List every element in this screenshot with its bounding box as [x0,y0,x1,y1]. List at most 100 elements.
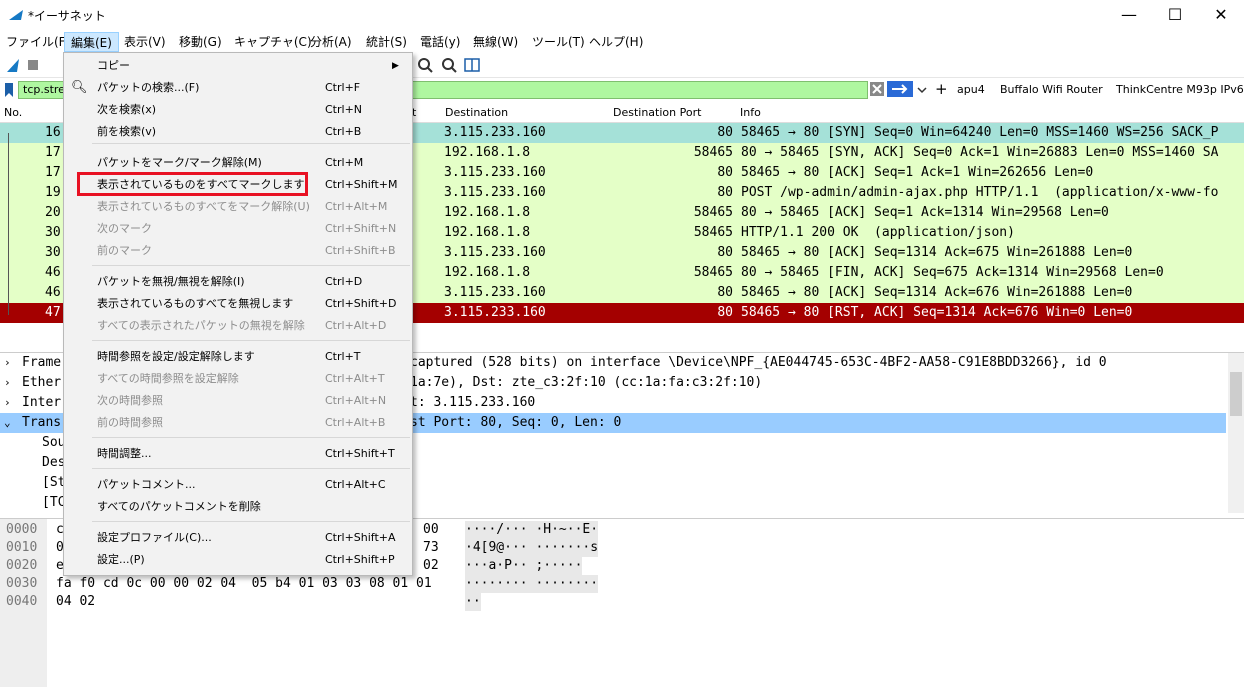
maximize-button[interactable]: ☐ [1152,0,1198,30]
menu-separator [92,521,410,522]
clear-filter-icon[interactable] [870,82,884,96]
edit-menu-item[interactable]: パケットコメント... Ctrl+Alt+C [64,474,412,496]
edit-menu-item[interactable]: すべての時間参照を設定解除 Ctrl+Alt+T [64,368,412,390]
packet-info: 58465 → 80 [RST, ACK] Seq=1314 Ack=676 W… [741,305,1133,320]
byte-hex[interactable]: 04 02 [56,593,95,611]
edit-menu-item[interactable]: 次を検索(x) Ctrl+N [64,99,412,121]
byte-ascii[interactable]: ···a·P·· ;····· [465,557,583,575]
start-capture-icon[interactable] [4,56,22,74]
packet-no: 46 [45,285,61,300]
packet-info: 80 → 58465 [FIN, ACK] Seq=675 Ack=1314 W… [741,265,1164,280]
byte-hex-tail[interactable]: 00 [423,521,439,539]
detail-left-text: Sou [42,435,66,450]
add-filter-button-icon[interactable]: + [935,80,948,98]
menu-analyze[interactable]: 分析(A) [304,32,358,52]
menu-go[interactable]: 移動(G) [173,32,228,52]
edit-menu-item[interactable]: 次のマーク Ctrl+Shift+N [64,218,412,240]
expand-right-icon[interactable]: › [4,353,11,373]
edit-menu-item[interactable]: パケットを無視/無視を解除(I) Ctrl+D [64,271,412,293]
byte-hex[interactable]: fa f0 cd 0c 00 00 02 04 05 b4 01 03 03 0… [56,575,432,593]
menu-separator [92,437,410,438]
zoom-in-icon[interactable] [416,56,434,74]
edit-menu-item-shortcut: Ctrl+Alt+D [325,319,387,332]
byte-offset: 0020 [6,558,38,573]
zoom-out-icon[interactable] [440,56,458,74]
edit-menu-item[interactable]: パケットの検索...(F) Ctrl+F 🔍︎ [64,77,412,99]
packet-destination: 3.115.233.160 [444,185,546,200]
byte-hex-tail[interactable]: 02 [423,557,439,575]
menu-statistics[interactable]: 統計(S) [360,32,413,52]
edit-menu-item-label: パケットの検索...(F) [97,81,200,94]
edit-menu-item[interactable]: パケットをマーク/マーク解除(M) Ctrl+M [64,152,412,174]
packet-destination: 3.115.233.160 [444,245,546,260]
filter-button-thinkcentre[interactable]: ThinkCentre M93p IPv6 [1116,83,1244,96]
detail-left-text: [St [42,475,66,490]
submenu-arrow-icon: ▶ [392,61,399,71]
menu-edit[interactable]: 編集(E) [64,32,119,52]
apply-filter-icon[interactable] [887,81,913,97]
packet-destination: 3.115.233.160 [444,165,546,180]
filter-history-icon[interactable] [916,84,928,96]
edit-menu-item-shortcut: Ctrl+D [325,275,363,288]
edit-menu-item-label: パケットを無視/無視を解除(I) [97,275,245,288]
edit-menu-item[interactable]: 表示されているものすべてをマーク解除(U) Ctrl+Alt+M [64,196,412,218]
edit-menu-item[interactable]: 時間参照を設定/設定解除します Ctrl+T [64,346,412,368]
packet-dest-port: 80 [717,285,733,300]
col-header-destination[interactable]: Destination [445,106,508,119]
col-header-info[interactable]: Info [740,106,761,119]
menu-separator [92,468,410,469]
edit-menu-item[interactable]: 前のマーク Ctrl+Shift+B [64,240,412,262]
expand-down-icon[interactable]: ⌄ [4,413,11,433]
menu-wireless[interactable]: 無線(W) [467,32,524,52]
menu-view[interactable]: 表示(V) [118,32,172,52]
details-scrollbar-thumb[interactable] [1230,372,1242,416]
detail-right-text: captured (528 bits) on interface \Device… [410,355,1107,370]
stop-capture-icon[interactable] [24,56,42,74]
edit-menu-item-label: 前のマーク [97,244,152,257]
byte-ascii[interactable]: ·· [465,593,481,611]
edit-menu-item[interactable]: 表示されているものすべてを無視します Ctrl+Shift+D [64,293,412,315]
expand-right-icon[interactable]: › [4,393,11,413]
packet-info: POST /wp-admin/admin-ajax.php HTTP/1.1 (… [741,185,1219,200]
window-title: *イーサネット [28,9,106,23]
packet-info: 80 → 58465 [ACK] Seq=1 Ack=1314 Win=2956… [741,205,1109,220]
edit-menu-item[interactable]: すべてのパケットコメントを削除 [64,496,412,518]
packet-info: 58465 → 80 [SYN] Seq=0 Win=64240 Len=0 M… [741,125,1219,140]
menu-tools[interactable]: ツール(T) [526,32,591,52]
edit-menu-item[interactable]: コピー ▶ [64,55,412,77]
minimize-button[interactable]: — [1106,0,1152,30]
edit-menu-item-shortcut: Ctrl+Shift+M [325,178,398,191]
edit-menu-item[interactable]: 前の時間参照 Ctrl+Alt+B [64,412,412,434]
edit-menu-item-shortcut: Ctrl+Shift+A [325,531,396,544]
byte-ascii[interactable]: ········ ········ [465,575,599,593]
edit-menu-item[interactable]: 次の時間参照 Ctrl+Alt+N [64,390,412,412]
edit-menu-item[interactable]: 時間調整... Ctrl+Shift+T [64,443,412,465]
edit-menu-item-shortcut: Ctrl+Shift+T [325,447,395,460]
edit-menu-item[interactable]: 設定...(P) Ctrl+Shift+P [64,549,412,571]
edit-menu-item[interactable]: すべての表示されたパケットの無視を解除 Ctrl+Alt+D [64,315,412,337]
edit-menu-item[interactable]: 前を検索(v) Ctrl+B [64,121,412,143]
packet-no: 17 [45,145,61,160]
expand-right-icon[interactable]: › [4,373,11,393]
filter-button-apu4[interactable]: apu4 [957,83,985,96]
byte-offset: 0030 [6,576,38,591]
resize-columns-icon[interactable] [463,56,481,74]
menu-telephony[interactable]: 電話(y) [414,32,466,52]
close-button[interactable]: ✕ [1198,0,1244,30]
bookmark-icon[interactable] [3,82,15,98]
byte-ascii[interactable]: ·4[9@··· ·······s [465,539,599,557]
byte-ascii[interactable]: ····/··· ·H·~··E· [465,521,599,539]
detail-right-text: 1a:7e), Dst: zte_c3:2f:10 (cc:1a:fa:c3:2… [410,375,763,390]
filter-button-buffalo[interactable]: Buffalo Wifi Router [1000,83,1103,96]
edit-menu-item-shortcut: Ctrl+Alt+T [325,372,385,385]
edit-menu-item-shortcut: Ctrl+Shift+N [325,222,397,235]
packet-destination: 192.168.1.8 [444,225,531,240]
packet-dest-port: 80 [717,185,733,200]
byte-hex-tail[interactable]: 73 [423,539,439,557]
menu-help[interactable]: ヘルプ(H) [583,32,649,52]
edit-menu-item-label: すべてのパケットコメントを削除 [97,500,261,513]
col-header-dest-port[interactable]: Destination Port [613,106,701,119]
edit-menu-item[interactable]: 設定プロファイル(C)... Ctrl+Shift+A [64,527,412,549]
detail-left-text: Des [42,455,66,470]
col-header-no[interactable]: No. [4,106,22,119]
